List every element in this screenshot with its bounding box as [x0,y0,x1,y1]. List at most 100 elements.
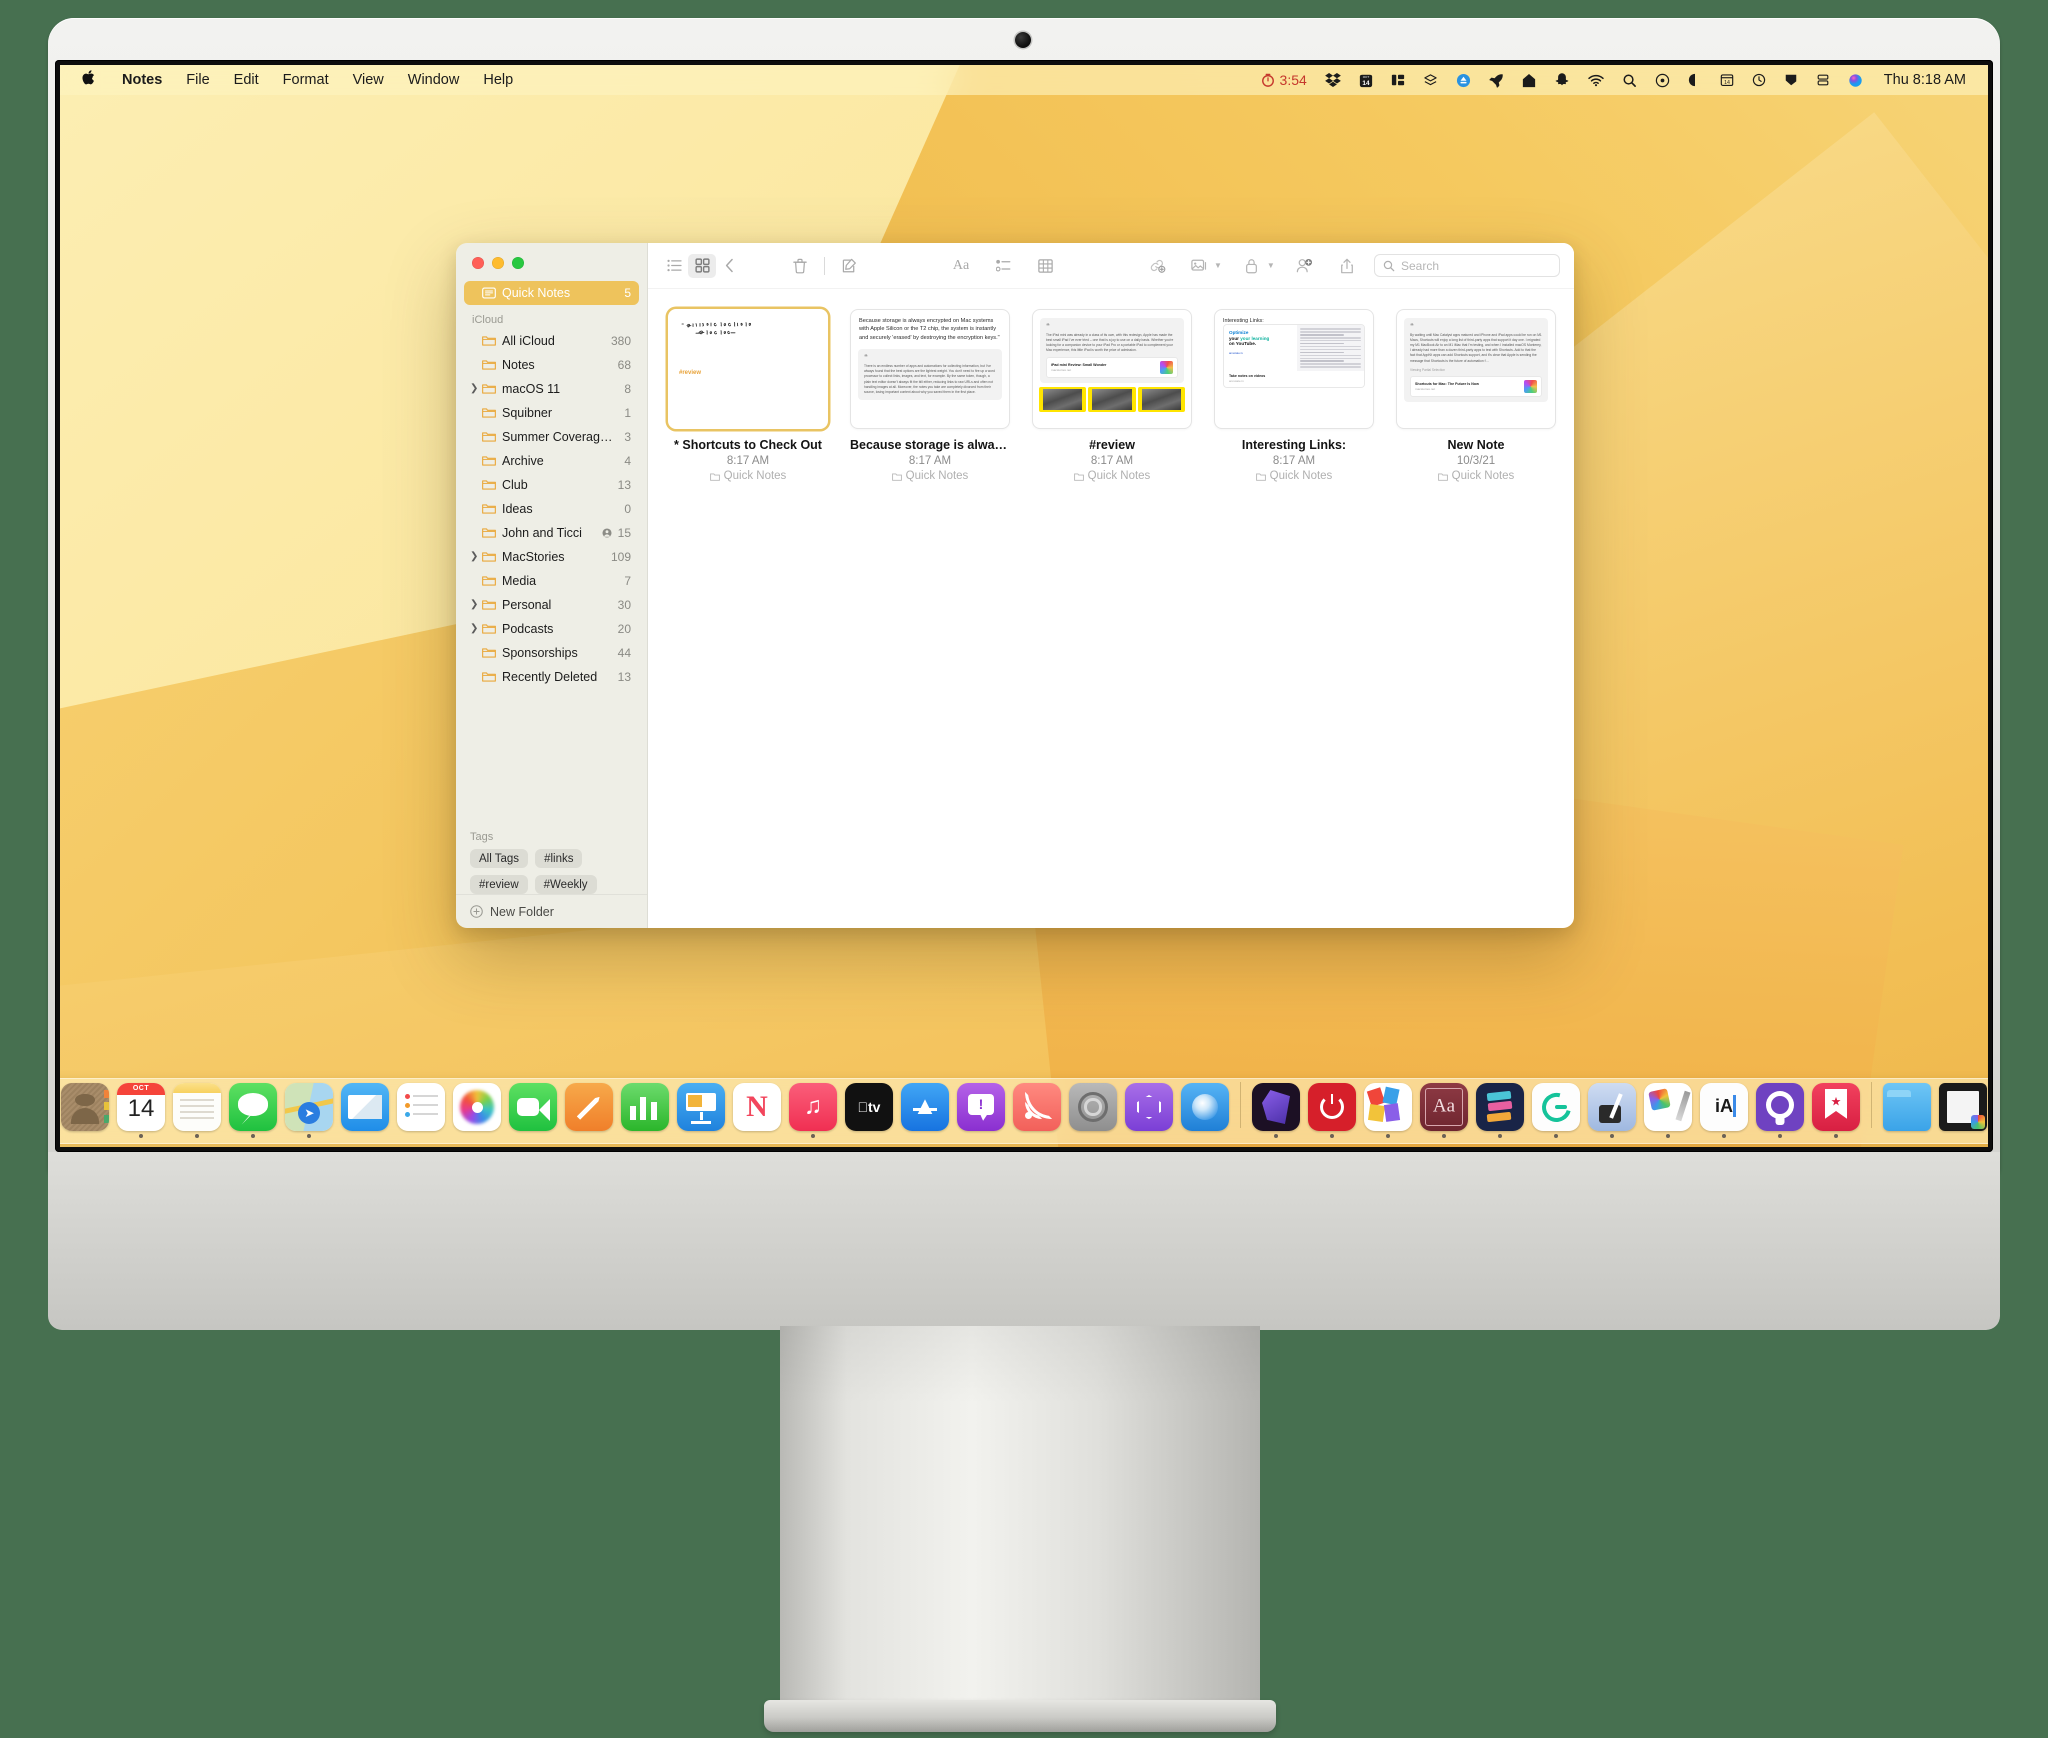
status-dropbox[interactable] [1316,69,1350,91]
status-clock-history[interactable] [1743,69,1775,91]
note-thumbnail[interactable]: Because storage is always encrypted on M… [850,309,1010,429]
dock-item-obsidian[interactable] [1250,1083,1302,1138]
list-view-icon[interactable] [660,254,688,278]
search-field[interactable]: Search [1374,254,1560,277]
back-chevron-icon[interactable] [716,254,744,278]
sidebar-item-quick-notes[interactable]: Quick Notes 5 [464,281,639,305]
status-siri[interactable] [1839,69,1872,91]
minimize-button[interactable] [492,257,504,269]
dock-item-messages[interactable] [227,1083,279,1138]
sidebar-item-john-and-ticci[interactable]: John and Ticci 15 [464,521,639,545]
dock-item-news[interactable]: N [731,1083,783,1138]
apple-menu[interactable] [72,69,110,91]
status-spotlight[interactable] [1613,69,1646,91]
menu-bar-clock[interactable]: Thu 8:18 AM [1872,72,1976,88]
dock-item-netnewswire[interactable] [1011,1083,1063,1138]
dock-item-facetime[interactable] [507,1083,559,1138]
dock-item-podcasts[interactable]: ! [955,1083,1007,1138]
note-thumbnail[interactable]: Interesting Links: Optimize your your le… [1214,309,1374,429]
dock-item-apple-tv[interactable]: tv [843,1083,895,1138]
dock-item-grammarly[interactable] [1530,1083,1582,1138]
dock-item-dictionary[interactable]: Aa [1418,1083,1470,1138]
dock-item-notes[interactable] [171,1083,223,1138]
dock-item-window-preview-1[interactable] [1937,1083,1988,1138]
dock-item-pixelmator-pro[interactable] [1642,1083,1694,1138]
new-folder-button[interactable]: New Folder [456,894,647,928]
dock-item-maps[interactable]: ➤ [283,1083,335,1138]
dock-item-reminders[interactable] [395,1083,447,1138]
sidebar-item-notes[interactable]: Notes 68 [464,353,639,377]
status-darkmode[interactable] [1679,69,1711,91]
dock-item-music[interactable]: ♫ [787,1083,839,1138]
format-aa-icon[interactable]: Aa [947,254,975,278]
sidebar-item-media[interactable]: Media 7 [464,569,639,593]
note-card[interactable]: #review * Shortcuts to Check Out 8:17 AM… [668,309,828,482]
menu-view[interactable]: View [341,69,396,91]
sidebar-item-archive[interactable]: Archive 4 [464,449,639,473]
lock-chevron-down-icon[interactable]: ▼ [1267,261,1275,270]
dock-item-xcode[interactable] [1179,1083,1231,1138]
note-thumbnail[interactable]: #review [668,309,828,429]
new-note-icon[interactable] [835,254,863,278]
dock-item-downloads-folder[interactable] [1881,1083,1933,1138]
dock-item-contacts[interactable] [60,1083,111,1138]
sidebar-item-macos-11[interactable]: ❯ macOS 11 8 [464,377,639,401]
add-person-icon[interactable] [1291,254,1319,278]
close-button[interactable] [472,257,484,269]
dock-item-bookmarks[interactable]: ★ [1810,1083,1862,1138]
status-stack[interactable] [1807,69,1839,91]
note-card[interactable]: Because storage is always encrypted on M… [850,309,1010,482]
checklist-icon[interactable] [989,254,1017,278]
menu-window[interactable]: Window [396,69,472,91]
tag-weekly[interactable]: #Weekly [534,875,597,894]
status-wifi[interactable] [1579,69,1613,91]
dock-item-calendar[interactable]: OCT 14 [115,1083,167,1138]
dock-item-photos[interactable] [451,1083,503,1138]
status-rocket[interactable] [1480,69,1513,91]
sidebar-item-all-icloud[interactable]: All iCloud 380 [464,329,639,353]
dock-item-github-desktop[interactable] [1754,1083,1806,1138]
status-tag[interactable] [1775,69,1807,91]
dock-item-app-store[interactable]: ▲ [899,1083,951,1138]
dock-item-numbers[interactable] [619,1083,671,1138]
dock-item-freeform[interactable] [563,1083,615,1138]
note-card[interactable]: ❝ By waiting until Mac Catalyst apps mat… [1396,309,1556,482]
sidebar-item-recently-deleted[interactable]: Recently Deleted 13 [464,665,639,689]
app-menu-notes[interactable]: Notes [110,69,174,91]
sidebar-item-podcasts[interactable]: ❯ Podcasts 20 [464,617,639,641]
note-link-preview[interactable]: Shortcuts for Mac: The Future Is Now mac… [1410,375,1542,397]
note-card[interactable]: ❝ The iPad mini was already in a class o… [1032,309,1192,482]
status-timer[interactable]: 3:54 [1252,69,1316,91]
menu-edit[interactable]: Edit [222,69,271,91]
gallery-view-icon[interactable] [688,253,716,278]
sidebar-item-club[interactable]: Club 13 [464,473,639,497]
chevron-right-icon[interactable]: ❯ [470,384,482,394]
menu-file[interactable]: File [174,69,221,91]
dock-item-timery[interactable] [1306,1083,1358,1138]
status-layers[interactable] [1414,69,1447,91]
status-panels[interactable] [1382,69,1414,91]
note-thumbnail[interactable]: ❝ The iPad mini was already in a class o… [1032,309,1192,429]
sidebar-item-sponsorships[interactable]: Sponsorships 44 [464,641,639,665]
sidebar-item-macstories[interactable]: ❯ MacStories 109 [464,545,639,569]
menu-format[interactable]: Format [271,69,341,91]
status-backup[interactable] [1447,69,1480,91]
sidebar-item-summer-coverage[interactable]: Summer Coverage… 3 [464,425,639,449]
menu-help[interactable]: Help [471,69,525,91]
dock-item-mail[interactable] [339,1083,391,1138]
status-fantastical[interactable]: OCT 14 [1350,69,1382,91]
sidebar-item-ideas[interactable]: Ideas 0 [464,497,639,521]
add-link-icon[interactable] [1143,254,1171,278]
status-home[interactable] [1513,69,1545,91]
media-chevron-down-icon[interactable]: ▼ [1214,261,1222,270]
tag-all-tags[interactable]: All Tags [470,849,529,868]
dock-item-ia-writer[interactable]: iA [1698,1083,1750,1138]
table-icon[interactable] [1031,254,1059,278]
sidebar-item-personal[interactable]: ❯ Personal 30 [464,593,639,617]
dock-item-craft[interactable] [1123,1083,1175,1138]
add-media-icon[interactable] [1185,254,1213,278]
note-link-preview[interactable]: iPad mini Review: Small Wonder macstorie… [1046,357,1178,379]
status-control-center[interactable] [1646,69,1679,91]
chevron-right-icon[interactable]: ❯ [470,552,482,562]
dock-item-drafts[interactable] [1474,1083,1526,1138]
